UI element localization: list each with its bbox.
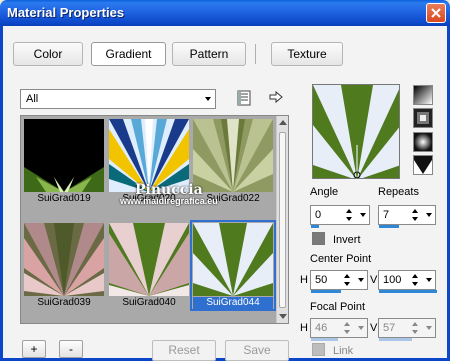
center-v-value: 100 <box>383 274 402 286</box>
scroll-up-icon[interactable] <box>279 120 287 125</box>
center-point-label: Center Point <box>310 253 372 265</box>
tab-divider <box>255 44 256 64</box>
chevron-down-icon[interactable] <box>426 278 432 282</box>
window-title: Material Properties <box>7 5 125 20</box>
gradient-label: SuiGrad039 <box>37 297 91 308</box>
linear-style-button[interactable] <box>413 85 433 105</box>
sunburst-gradient-icon <box>414 133 432 154</box>
invert-label: Invert <box>333 234 361 246</box>
spin-arrows-icon[interactable] <box>411 207 421 223</box>
chevron-down-icon[interactable] <box>426 326 432 330</box>
title-bar[interactable]: Material Properties <box>0 0 450 26</box>
center-v-stepper[interactable]: 100 <box>378 270 437 293</box>
gradient-gallery: SuiGrad019 SuiGrad020 SuiGrad022 SuiGrad… <box>20 115 289 324</box>
center-h-label: H <box>300 274 308 286</box>
spin-arrows-icon[interactable] <box>411 320 421 336</box>
angle-label: Angle <box>310 186 339 198</box>
focal-v-value: 57 <box>383 322 396 334</box>
gallery-scrollbar[interactable] <box>276 116 288 323</box>
gradient-swatch-blue-yellow <box>109 119 189 192</box>
close-button[interactable] <box>426 3 446 23</box>
gradient-label: SuiGrad022 <box>206 193 260 204</box>
link-checkbox[interactable] <box>312 343 325 356</box>
scrollbar-thumb[interactable] <box>279 132 286 308</box>
center-h-value: 50 <box>315 274 328 286</box>
remove-button[interactable]: - <box>59 340 83 358</box>
repeats-label: Repeats <box>378 186 419 198</box>
tab-texture[interactable]: Texture <box>271 42 343 66</box>
gradient-preview[interactable] <box>312 84 400 179</box>
gradient-swatch-olive <box>193 119 273 192</box>
save-button[interactable]: Save <box>225 340 289 361</box>
repeats-stepper[interactable]: 7 <box>378 205 436 228</box>
focal-v-label: V <box>370 322 378 334</box>
center-v-slider-bar[interactable] <box>379 290 437 293</box>
spin-arrows-icon[interactable] <box>411 272 421 288</box>
chevron-down-icon[interactable] <box>360 213 366 217</box>
scroll-down-icon[interactable] <box>279 314 287 319</box>
focal-point-label: Focal Point <box>310 301 366 313</box>
gradient-swatch-green-white <box>193 223 273 296</box>
focal-h-stepper[interactable]: 46 <box>310 318 368 341</box>
linear-gradient-icon <box>414 86 432 107</box>
browse-button[interactable] <box>236 90 252 106</box>
gradient-thumbnail[interactable]: SuiGrad039 <box>24 223 104 308</box>
sunburst-style-button[interactable] <box>413 132 433 152</box>
angle-stepper[interactable]: 0 <box>310 205 370 228</box>
document-icon <box>236 90 252 109</box>
reset-button[interactable]: Reset <box>152 340 216 361</box>
gradient-swatch-green-rose <box>109 223 189 296</box>
invert-checkbox[interactable] <box>312 232 325 245</box>
center-h-slider-bar[interactable] <box>311 290 341 293</box>
gradient-swatch-black-green <box>24 119 104 192</box>
category-select[interactable]: All <box>20 89 216 109</box>
gradient-label: SuiGrad040 <box>122 297 176 308</box>
gradient-thumbnail[interactable]: SuiGrad040 <box>109 223 189 308</box>
spin-arrows-icon[interactable] <box>343 320 353 336</box>
export-button[interactable] <box>268 89 284 105</box>
angle-slider-bar[interactable] <box>311 225 319 228</box>
rectangular-style-button[interactable] <box>413 108 433 128</box>
gradient-label: SuiGrad020 <box>122 193 176 204</box>
gradient-label: SuiGrad044 <box>193 297 273 309</box>
gradient-thumbnail[interactable]: SuiGrad020 <box>109 119 189 204</box>
center-v-label: V <box>370 274 378 286</box>
focal-h-label: H <box>300 322 308 334</box>
focal-h-slider-bar[interactable] <box>311 338 338 341</box>
tab-pattern[interactable]: Pattern <box>172 42 246 66</box>
center-h-stepper[interactable]: 50 <box>310 270 368 293</box>
tab-gradient[interactable]: Gradient <box>91 42 166 66</box>
focal-h-value: 46 <box>315 322 328 334</box>
gradient-thumbnail[interactable]: SuiGrad019 <box>24 119 104 204</box>
repeats-value: 7 <box>383 209 390 221</box>
focal-v-slider-bar[interactable] <box>379 338 412 341</box>
add-button[interactable]: + <box>22 340 46 358</box>
focal-v-stepper[interactable]: 57 <box>378 318 436 341</box>
link-label: Link <box>333 345 354 357</box>
chevron-down-icon[interactable] <box>358 326 364 330</box>
gradient-swatch-pink-olive <box>24 223 104 296</box>
radial-gradient-icon <box>414 156 432 177</box>
chevron-down-icon[interactable] <box>358 278 364 282</box>
gradient-label: SuiGrad019 <box>37 193 91 204</box>
angle-value: 0 <box>315 209 322 221</box>
arrow-right-icon <box>268 90 284 108</box>
spin-arrows-icon[interactable] <box>345 207 355 223</box>
chevron-down-icon <box>205 97 211 101</box>
repeats-slider-bar[interactable] <box>379 225 399 228</box>
category-select-value: All <box>26 93 39 105</box>
chevron-down-icon[interactable] <box>426 213 432 217</box>
spin-arrows-icon[interactable] <box>343 272 353 288</box>
tab-color[interactable]: Color <box>13 42 83 66</box>
gradient-thumbnail-selected[interactable]: SuiGrad044 <box>190 220 276 311</box>
radial-style-button[interactable] <box>413 155 433 175</box>
rectangular-gradient-icon <box>414 109 432 130</box>
gradient-thumbnail[interactable]: SuiGrad022 <box>193 119 273 204</box>
